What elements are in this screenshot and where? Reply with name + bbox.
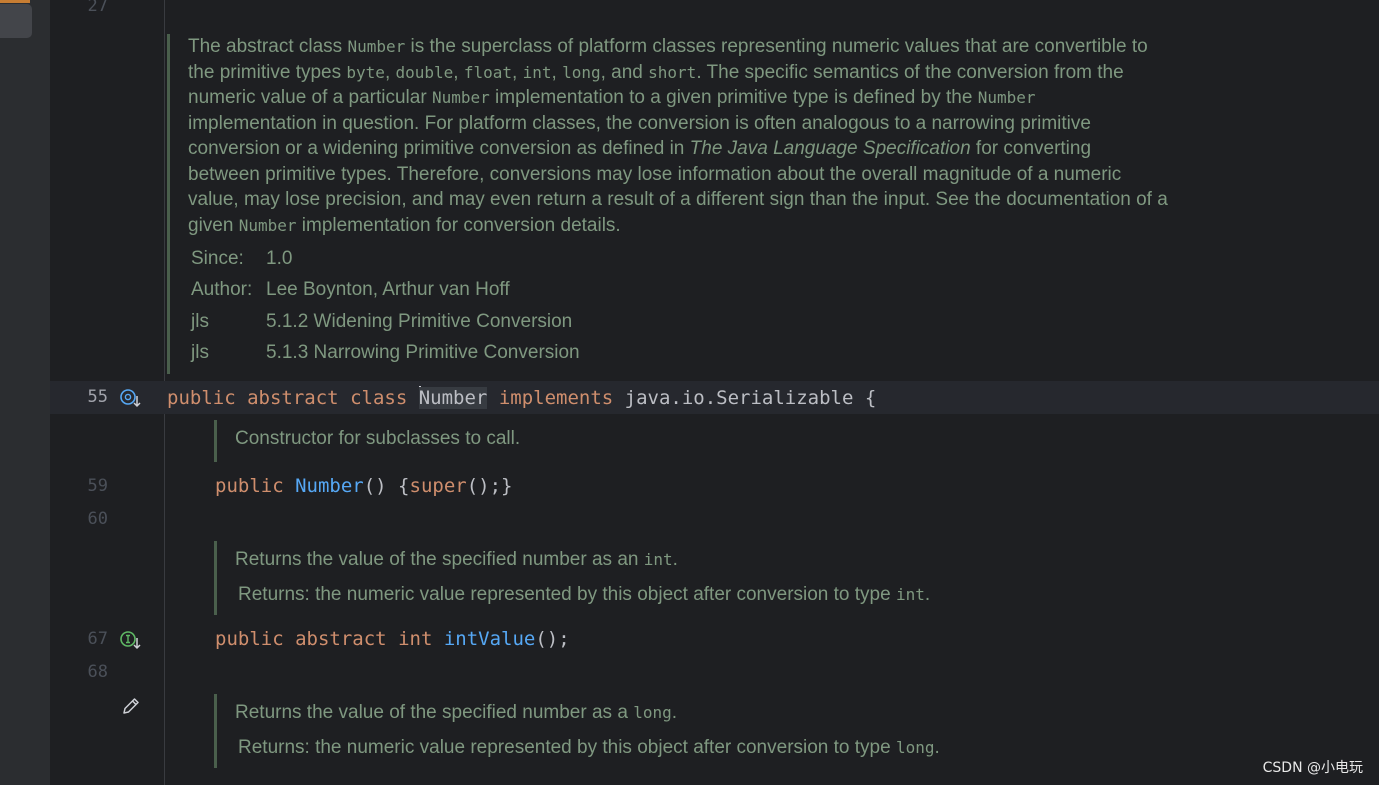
tag-key: Since:: [191, 248, 244, 269]
class-name-identifier[interactable]: Number: [418, 387, 488, 409]
tool-window-strip: [0, 0, 50, 785]
doc-bar: [214, 541, 217, 615]
pencil-icon[interactable]: [120, 695, 142, 717]
watermark: CSDN @小电玩: [1262, 760, 1363, 776]
doc-summary: Returns the value of the specified numbe…: [235, 702, 677, 723]
tag-value: 1.0: [266, 248, 293, 269]
doc-returns: Returns: the numeric value represented b…: [238, 584, 931, 605]
tag-key: jls: [191, 311, 209, 332]
line-number[interactable]: 27: [48, 0, 108, 16]
tag-key: Author:: [191, 279, 253, 300]
doc-returns: Returns: the numeric value represented b…: [238, 737, 940, 758]
line-number-active[interactable]: 55: [48, 387, 108, 407]
tag-value-link[interactable]: 5.1.2 Widening Primitive Conversion: [266, 309, 572, 335]
tag-key: jls: [191, 342, 209, 363]
tag-value-link[interactable]: 5.1.3 Narrowing Primitive Conversion: [266, 340, 580, 366]
line-number[interactable]: 60: [48, 509, 108, 529]
doc-summary: Constructor for subclasses to call.: [235, 428, 521, 449]
code-line-class-declaration[interactable]: public abstract class Number implements …: [167, 386, 876, 409]
code-line-constructor[interactable]: public Number() {super();}: [215, 475, 512, 497]
tool-window-tab[interactable]: [0, 4, 32, 38]
intvalue-javadoc: Returns the value of the specified numbe…: [214, 541, 1034, 615]
class-javadoc: The abstract class Number is the supercl…: [167, 34, 1168, 374]
line-number[interactable]: 59: [48, 476, 108, 496]
doc-summary: Returns the value of the specified numbe…: [235, 549, 678, 570]
class-javadoc-text: The abstract class Number is the supercl…: [188, 36, 1168, 236]
doc-bar: [214, 694, 217, 768]
doc-bar: [214, 420, 217, 462]
tag-value: Lee Boynton, Arthur van Hoff: [266, 279, 510, 300]
doc-bar: [167, 34, 170, 374]
constructor-javadoc: Constructor for subclasses to call.: [214, 420, 1014, 462]
line-number[interactable]: 67: [48, 629, 108, 649]
overridden-method-icon[interactable]: [119, 387, 141, 409]
longvalue-javadoc: Returns the value of the specified numbe…: [214, 694, 1044, 768]
implemented-method-icon[interactable]: [119, 629, 141, 651]
code-line-intvalue[interactable]: public abstract int intValue();: [215, 628, 570, 650]
line-number[interactable]: 68: [48, 662, 108, 682]
active-tab-accent: [0, 0, 30, 3]
